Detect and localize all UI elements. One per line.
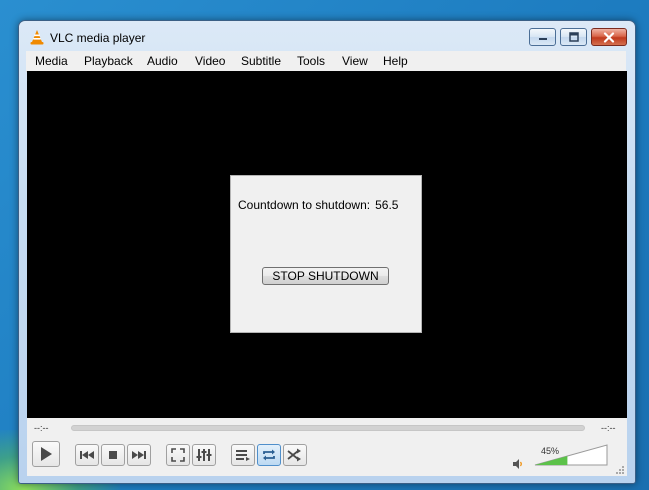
minimize-button[interactable] [529,28,556,46]
volume-percent: 45% [541,446,560,456]
video-area[interactable]: Countdown to shutdown: 56.5 STOP SHUTDOWN [27,71,627,418]
random-button[interactable] [283,444,307,466]
vlc-window: VLC media player Media Playback Audio Vi… [18,20,636,484]
menu-subtitle[interactable]: Subtitle [241,54,281,68]
maximize-icon [568,32,579,42]
vlc-cone-icon [29,29,45,45]
stop-button[interactable] [101,444,125,466]
menu-audio[interactable]: Audio [147,54,178,68]
next-button[interactable] [127,444,151,466]
countdown-text: Countdown to shutdown: 56.5 [238,198,398,212]
shuffle-icon [287,448,301,462]
equalizer-icon [196,449,212,461]
loop-button[interactable] [257,444,281,466]
remaining-time: --:-- [601,423,616,433]
play-icon [41,447,52,461]
resize-grip[interactable] [615,460,625,474]
control-bar: --:-- --:-- 45% [27,418,627,476]
countdown-label: Countdown to shutdown: [238,198,371,212]
next-icon [132,451,146,459]
window-title: VLC media player [50,31,146,45]
previous-icon [80,451,94,459]
close-icon [603,31,615,43]
fullscreen-icon [171,448,185,462]
close-button[interactable] [591,28,627,46]
fullscreen-button[interactable] [166,444,190,466]
minimize-icon [538,38,547,40]
play-button[interactable] [32,441,60,467]
menu-help[interactable]: Help [383,54,408,68]
countdown-value: 56.5 [375,198,399,212]
shutdown-dialog: Countdown to shutdown: 56.5 STOP SHUTDOWN [230,175,422,333]
loop-icon [263,449,275,461]
extended-settings-button[interactable] [192,444,216,466]
previous-button[interactable] [75,444,99,466]
stop-icon [109,451,117,459]
seek-bar[interactable] [71,425,585,431]
elapsed-time: --:-- [34,423,49,433]
playlist-button[interactable] [231,444,255,466]
menu-tools[interactable]: Tools [297,54,325,68]
speaker-icon[interactable] [512,455,524,474]
playlist-icon [236,450,250,461]
menu-playback[interactable]: Playback [84,54,133,68]
menu-bar: Media Playback Audio Video Subtitle Tool… [26,51,626,72]
maximize-button[interactable] [560,28,587,46]
menu-media[interactable]: Media [35,54,68,68]
menu-video[interactable]: Video [195,54,225,68]
menu-view[interactable]: View [342,54,368,68]
stop-shutdown-button[interactable]: STOP SHUTDOWN [262,267,389,285]
title-bar[interactable]: VLC media player [19,21,635,51]
